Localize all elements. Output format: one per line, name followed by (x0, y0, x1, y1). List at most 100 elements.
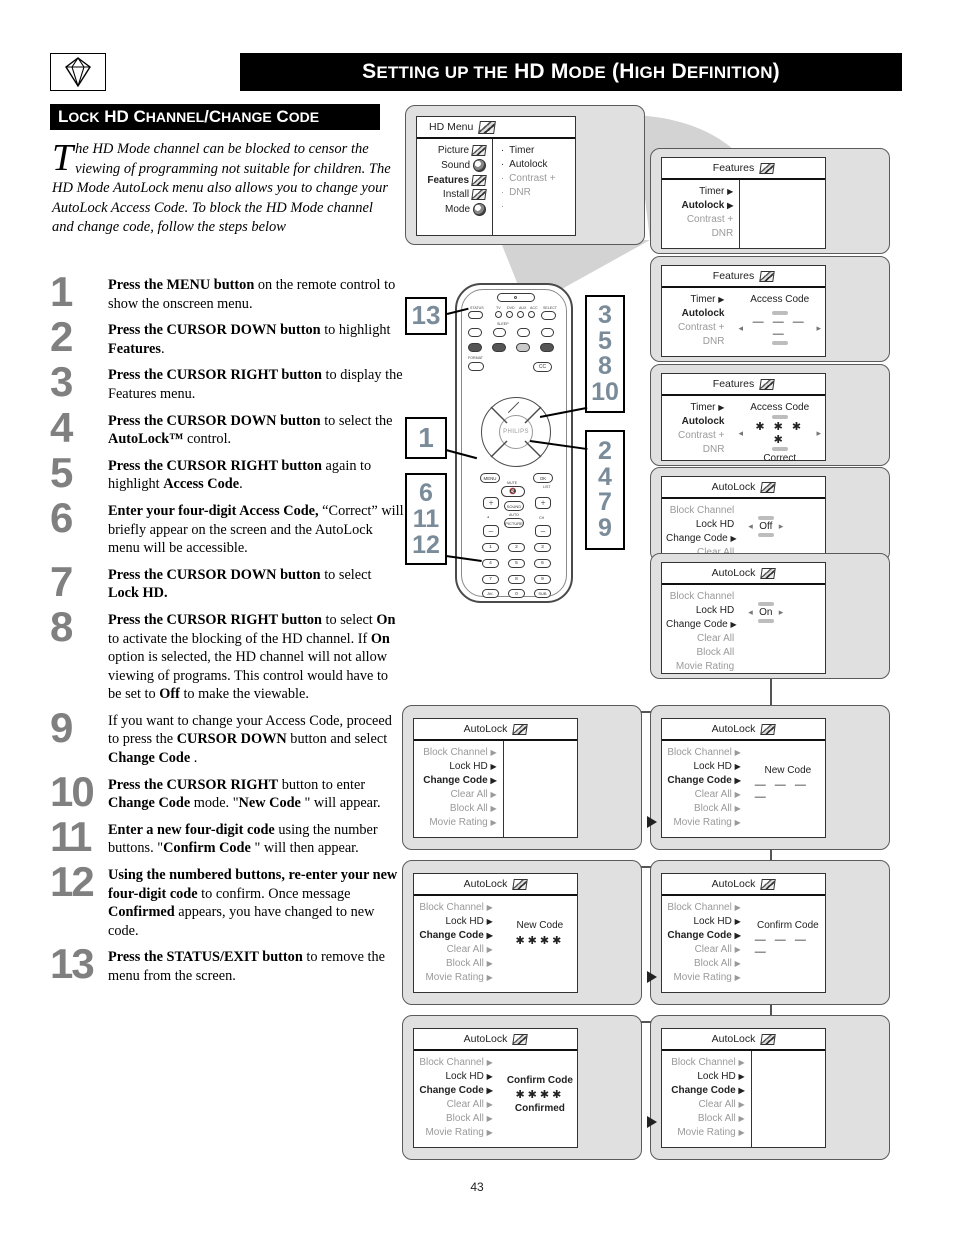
menu-item-lock-hd[interactable]: Lock HD ▶ (418, 1071, 492, 1082)
menu-item-clear-all[interactable]: Clear All ▶ (666, 944, 741, 955)
volume-up-button[interactable]: + (483, 497, 499, 509)
number-key-3[interactable]: 3 (534, 543, 551, 552)
menu-item-autolock[interactable]: Autolock ▶ (666, 200, 734, 211)
menu-item-lock-hd[interactable]: Lock HD (666, 519, 734, 530)
menu-item-block-all[interactable]: Block All ▶ (418, 958, 493, 969)
menu-item-clear-all[interactable]: Clear All (666, 633, 734, 644)
menu-item-mode[interactable]: Mode (421, 203, 486, 217)
menu-item-lock-hd[interactable]: Lock HD (666, 605, 734, 616)
sleep-button[interactable] (493, 328, 506, 337)
menu-item-clear-all[interactable]: Clear All ▶ (666, 789, 741, 800)
menu-item-block-all[interactable]: Block All (666, 647, 734, 658)
menu-item-timer[interactable]: Timer ▶ (666, 402, 724, 413)
volume-down-button[interactable]: – (483, 525, 499, 537)
menu-item-change-code[interactable]: Change Code ▶ (666, 533, 737, 544)
tv-mode-button[interactable] (468, 343, 482, 352)
menu-item-lock-hd[interactable]: Lock HD ▶ (666, 1071, 744, 1082)
menu-item-block-all[interactable]: Block All ▶ (418, 803, 497, 814)
menu-item-clear-all[interactable]: Clear All ▶ (418, 1099, 493, 1110)
menu-item-change-code[interactable]: Change Code ▶ (666, 619, 737, 630)
channel-up-button[interactable]: + (535, 497, 551, 509)
menu-item-block-channel[interactable]: Block Channel ▶ (666, 1057, 744, 1068)
menu-item-lock-hd[interactable]: Lock HD ▶ (418, 916, 492, 927)
menu-item-autolock[interactable]: Autolock (666, 308, 725, 319)
menu-item-movie-rating[interactable]: Movie Rating ▶ (666, 1127, 744, 1138)
menu-item-block-channel[interactable]: Block Channel (666, 505, 734, 516)
number-key-5[interactable]: 5 (508, 559, 525, 568)
menu-item-movie-rating[interactable]: Movie Rating ▶ (418, 817, 496, 828)
stop-button[interactable] (492, 343, 506, 352)
menu-button[interactable]: MENU (480, 473, 500, 483)
submenu-item-dnr[interactable]: · DNR (501, 187, 571, 198)
sound-button[interactable]: SOUND (504, 501, 524, 511)
menu-item-lock-hd[interactable]: Lock HD ▶ (418, 761, 496, 772)
format-button[interactable] (468, 362, 484, 371)
menu-item-timer[interactable]: Timer ▶ (666, 186, 733, 197)
skip-button[interactable] (540, 343, 554, 352)
acc-source-button[interactable] (528, 311, 535, 318)
number-key-8[interactable]: 8 (508, 575, 525, 584)
menu-item-clear-all[interactable]: Clear All ▶ (418, 944, 493, 955)
tv-source-button[interactable] (495, 311, 502, 318)
menu-item-change-code[interactable]: Change Code ▶ (666, 1085, 744, 1096)
menu-item-movie-rating[interactable]: Movie Rating ▶ (666, 972, 740, 983)
menu-item-block-all[interactable]: Block All ▶ (666, 958, 741, 969)
aux-source-button[interactable] (517, 311, 524, 318)
menu-item-contrast[interactable]: Contrast + (666, 214, 733, 225)
status-exit-button[interactable] (468, 311, 483, 319)
menu-item-movie-rating[interactable]: Movie Rating ▶ (666, 817, 740, 828)
menu-item-change-code[interactable]: Change Code ▶ (666, 775, 740, 786)
menu-item-sound[interactable]: Sound (421, 159, 486, 173)
cc-button[interactable]: CC (533, 362, 552, 372)
picture-button[interactable]: PICTURE (504, 518, 524, 528)
menu-item-block-channel[interactable]: Block Channel ▶ (418, 1057, 492, 1068)
menu-item-block-all[interactable]: Block All ▶ (666, 803, 741, 814)
submenu-item-autolock[interactable]: · Autolock (501, 159, 571, 170)
menu-item-dnr[interactable]: DNR (666, 228, 734, 239)
menu-item-movie-rating[interactable]: Movie Rating ▶ (418, 972, 492, 983)
menu-item-lock-hd[interactable]: Lock HD ▶ (666, 916, 740, 927)
clock-button[interactable] (541, 328, 554, 337)
menu-item-movie-rating[interactable]: Movie Rating (666, 661, 734, 672)
pip-button[interactable] (468, 328, 482, 337)
number-key-1[interactable]: 1 (482, 543, 499, 552)
menu-item-dnr[interactable]: DNR (666, 336, 725, 347)
mute-button[interactable]: 🔇 (501, 486, 525, 497)
menu-item-dnr[interactable]: DNR (666, 444, 725, 455)
select-button[interactable] (541, 311, 556, 320)
surf-button[interactable] (517, 328, 530, 337)
play-button[interactable] (516, 343, 530, 352)
submenu-item-contrast[interactable]: · Contrast + (501, 173, 571, 184)
number-key-6[interactable]: 6 (534, 559, 551, 568)
menu-item-block-all[interactable]: Block All ▶ (418, 1113, 493, 1124)
menu-item-install[interactable]: Install (421, 189, 487, 200)
menu-item-picture[interactable]: Picture (421, 145, 487, 156)
menu-item-block-channel[interactable]: Block Channel ▶ (666, 747, 740, 758)
menu-item-block-channel[interactable]: Block Channel ▶ (418, 902, 492, 913)
number-key-7[interactable]: 7 (482, 575, 499, 584)
sub-button[interactable]: SUB (534, 589, 551, 598)
av-button[interactable]: AV- (482, 589, 499, 598)
number-key-9[interactable]: 9 (534, 575, 551, 584)
dvd-source-button[interactable] (506, 311, 513, 318)
menu-item-change-code[interactable]: Change Code ▶ (666, 930, 740, 941)
menu-item-clear-all[interactable]: Clear All ▶ (418, 789, 496, 800)
menu-item-change-code[interactable]: Change Code ▶ (418, 930, 492, 941)
menu-item-change-code[interactable]: Change Code ▶ (418, 1085, 492, 1096)
menu-item-block-channel[interactable]: Block Channel (666, 591, 734, 602)
menu-item-timer[interactable]: Timer ▶ (666, 294, 724, 305)
number-key-2[interactable]: 2 (508, 543, 525, 552)
menu-item-block-all[interactable]: Block All ▶ (666, 1113, 745, 1124)
number-key-4[interactable]: 4 (482, 559, 499, 568)
submenu-item-timer[interactable]: · Timer (501, 145, 571, 156)
menu-item-clear-all[interactable]: Clear All ▶ (666, 1099, 744, 1110)
menu-item-block-channel[interactable]: Block Channel ▶ (418, 747, 496, 758)
menu-item-contrast[interactable]: Contrast + (666, 322, 724, 333)
menu-item-lock-hd[interactable]: Lock HD ▶ (666, 761, 740, 772)
menu-item-features[interactable]: Features (421, 175, 487, 186)
menu-item-contrast[interactable]: Contrast + (666, 430, 724, 441)
zero-key[interactable]: 0 (508, 589, 525, 598)
menu-item-movie-rating[interactable]: Movie Rating ▶ (418, 1127, 492, 1138)
menu-item-change-code[interactable]: Change Code ▶ (418, 775, 496, 786)
ok-button[interactable]: OK (533, 473, 553, 483)
